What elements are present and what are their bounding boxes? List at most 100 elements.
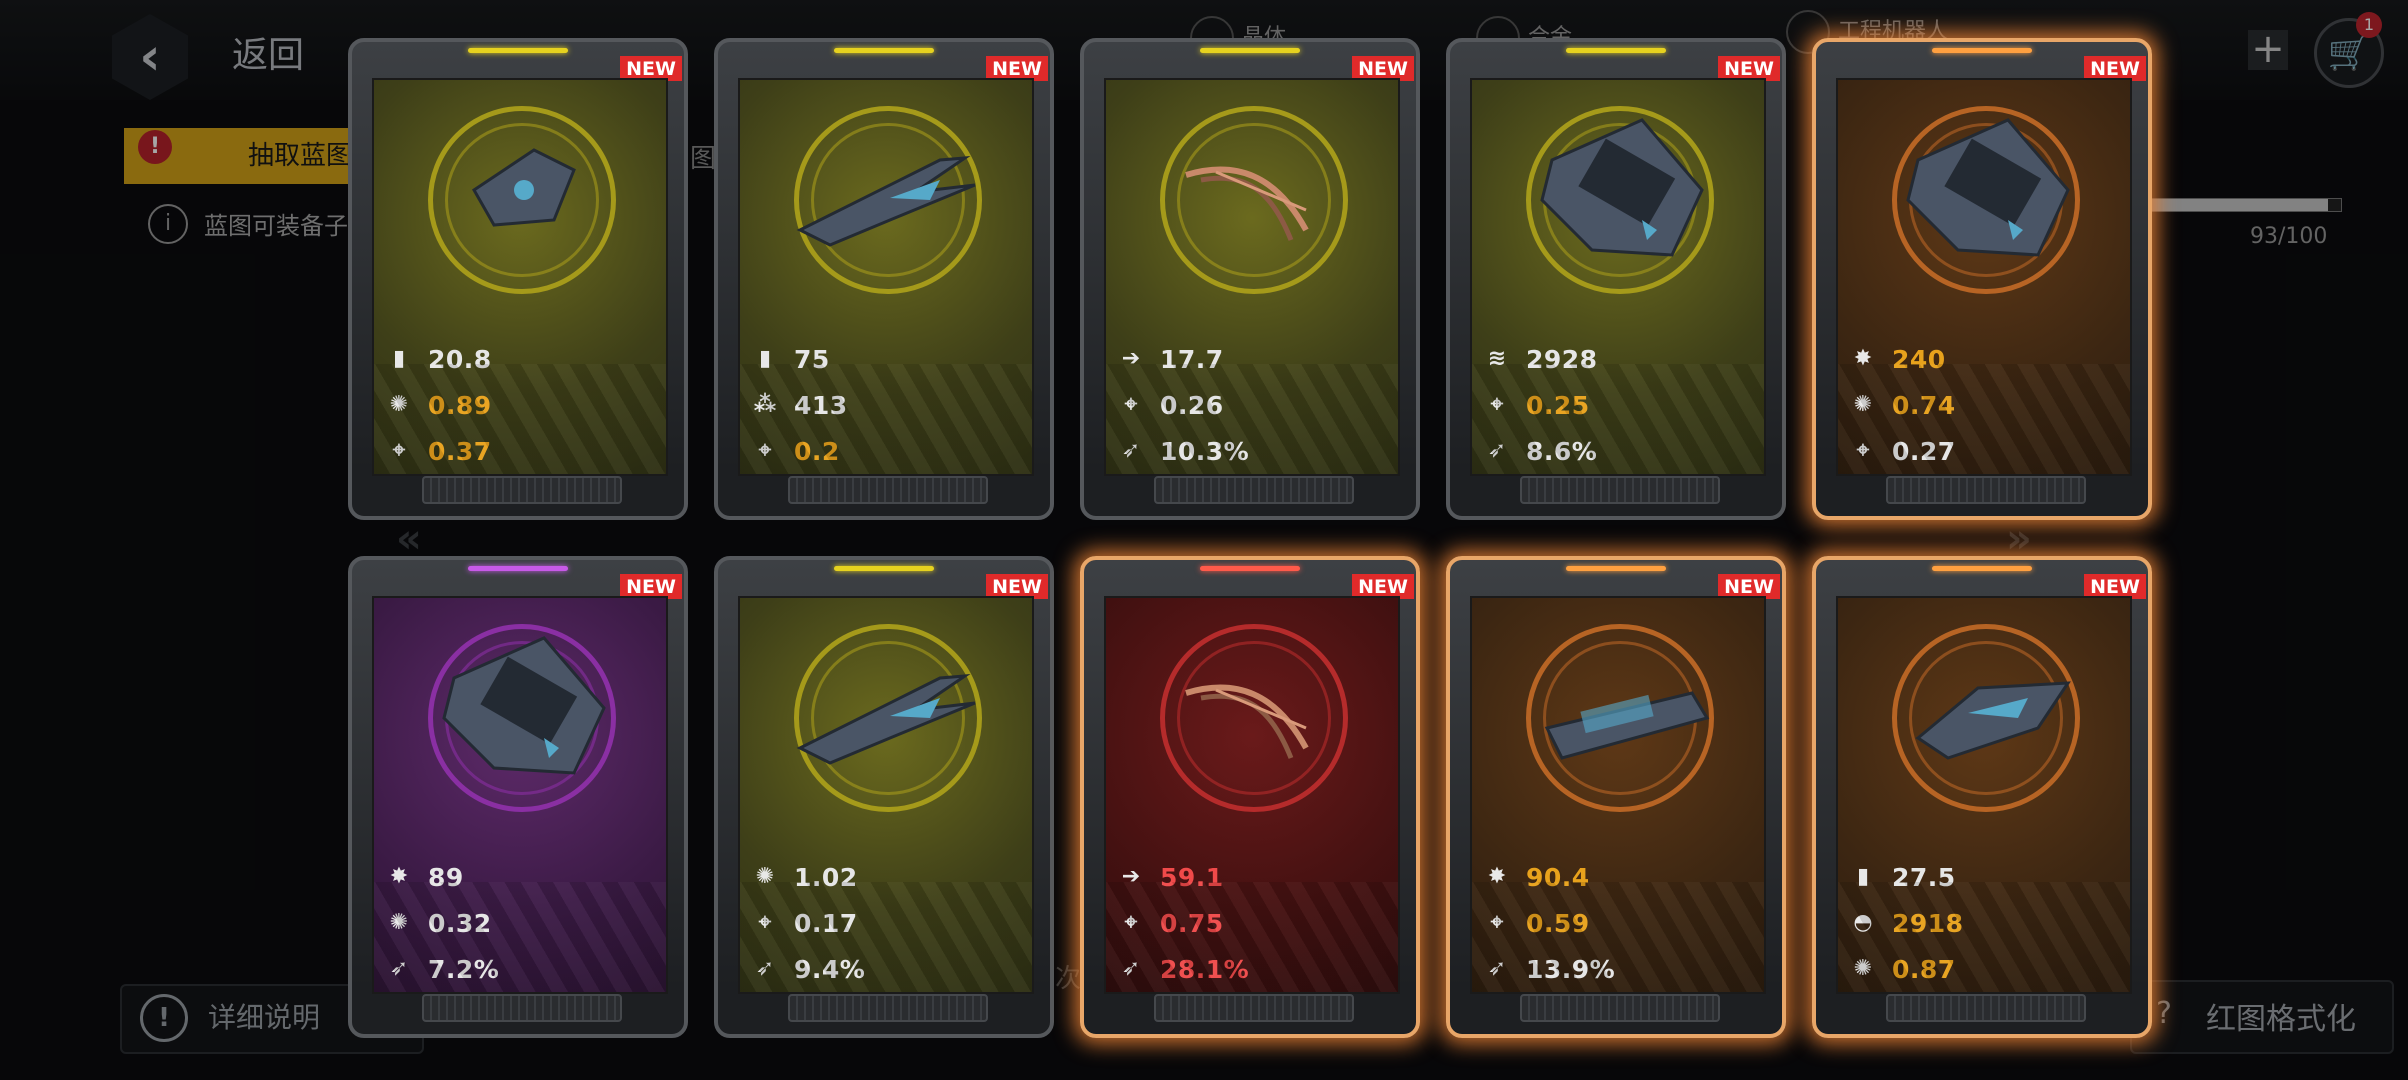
reward-card[interactable]: NEW ✸ 240 ✺ 0.74 ⌖ 0.27 ⇗ 加速 (1812, 38, 2152, 520)
card-panel: ✸ 90.4 ⌖ 0.59 ➶ 13.9% ⚡ 狂热 (1470, 596, 1766, 994)
card-panel: ➔ 59.1 ⌖ 0.75 ➶ 28.1% ◍ 隐形 (1104, 596, 1400, 994)
stat-row: ➶ 10.3% (1116, 434, 1249, 468)
crosshair-icon: ⌖ (1124, 392, 1138, 417)
stat-row: ⌖ 0.75 (1116, 906, 1224, 940)
stat-value: 0.32 (428, 908, 492, 938)
rarity-light (468, 566, 568, 571)
reward-card[interactable]: NEW ➔ 59.1 ⌖ 0.75 ➶ 28.1% ◍ 隐形 (1080, 556, 1420, 1038)
ammo-icon: ▮ (758, 346, 772, 371)
stat-row: ⌖ 0.2 (750, 434, 840, 468)
gear-icon: ✺ (755, 864, 775, 889)
stat-value: 10.3% (1160, 436, 1250, 466)
cluster-icon: ⁂ (753, 392, 777, 417)
stat-row: ✺ 0.87 (1848, 952, 1956, 986)
stat-value: 89 (428, 862, 464, 892)
stat-row: ➶ 13.9% (1482, 952, 1615, 986)
stat-value: 59.1 (1160, 862, 1224, 892)
stat-value: 17.7 (1160, 344, 1224, 374)
stat-value: 8.6% (1526, 436, 1598, 466)
reward-card[interactable]: NEW ✸ 89 ✺ 0.32 ➶ 7.2% (348, 556, 688, 1038)
stat-value: 0.75 (1160, 908, 1224, 938)
stat-value: 0.17 (794, 908, 858, 938)
rarity-light (1932, 48, 2032, 53)
stat-value: 0.59 (1526, 908, 1590, 938)
card-foot (1154, 994, 1354, 1022)
rocket-icon: ➶ (1121, 956, 1141, 981)
stat-value: 0.25 (1526, 390, 1590, 420)
rocket-icon: ➶ (1121, 438, 1141, 463)
card-panel: ≋ 2928 ⌖ 0.25 ➶ 8.6% ⛉ 能量盾 (1470, 78, 1766, 476)
card-foot (422, 476, 622, 504)
rarity-light (468, 48, 568, 53)
reward-card[interactable]: NEW ➔ 17.7 ⌖ 0.26 ➶ 10.3% ⚡ 狂热 (1080, 38, 1420, 520)
stat-value: 0.26 (1160, 390, 1224, 420)
stat-row: ≋ 2928 (1482, 342, 1598, 376)
reward-card[interactable]: NEW ▮ 75 ⁂ 413 ⌖ 0.2 ⛉ 能量盾 (714, 38, 1054, 520)
ship-image (1185, 684, 1309, 759)
stat-row: ➶ 28.1% (1116, 952, 1249, 986)
damage-icon: ✸ (1853, 346, 1873, 371)
ship-image (796, 156, 976, 247)
rocket-icon: ➶ (1487, 956, 1507, 981)
card-foot (1520, 476, 1720, 504)
ship-image (1915, 681, 2071, 760)
card-panel: ✸ 240 ✺ 0.74 ⌖ 0.27 ⇗ 加速 (1836, 78, 2132, 476)
stat-row: ➔ 17.7 (1116, 342, 1224, 376)
stat-value: 27.5 (1892, 862, 1956, 892)
stat-value: 20.8 (428, 344, 492, 374)
stat-row: ✺ 1.02 (750, 860, 858, 894)
gear-icon: ✺ (389, 910, 409, 935)
stat-row: ▮ 27.5 (1848, 860, 1956, 894)
stat-value: 13.9% (1526, 954, 1616, 984)
stat-row: ➶ 8.6% (1482, 434, 1597, 468)
gear-icon: ✺ (1853, 956, 1873, 981)
rarity-light (1566, 48, 1666, 53)
gear-icon: ✺ (389, 392, 409, 417)
ammo-icon: ▮ (1856, 864, 1870, 889)
stat-value: 240 (1892, 344, 1946, 374)
reward-card[interactable]: NEW ▮ 20.8 ✺ 0.89 ⌖ 0.37 ⛉ 能量盾 (348, 38, 688, 520)
stat-value: 0.2 (794, 436, 840, 466)
reward-card[interactable]: NEW ▮ 27.5 ◓ 2918 ✺ 0.87 ↺ 时光回溯 (1812, 556, 2152, 1038)
card-foot (422, 994, 622, 1022)
crosshair-icon: ⌖ (392, 438, 406, 463)
card-foot (788, 994, 988, 1022)
rarity-light (834, 566, 934, 571)
stat-value: 0.74 (1892, 390, 1956, 420)
crosshair-icon: ⌖ (758, 910, 772, 935)
stat-row: ◓ 2918 (1848, 906, 1964, 940)
arrow-icon: ➔ (1121, 864, 1141, 889)
card-panel: ➔ 17.7 ⌖ 0.26 ➶ 10.3% ⚡ 狂热 (1104, 78, 1400, 476)
rarity-light (1932, 566, 2032, 571)
card-panel: ▮ 75 ⁂ 413 ⌖ 0.2 ⛉ 能量盾 (738, 78, 1034, 476)
stat-row: ⌖ 0.59 (1482, 906, 1590, 940)
ship-image (442, 636, 606, 775)
reward-card[interactable]: NEW ≋ 2928 ⌖ 0.25 ➶ 8.6% ⛉ 能量盾 (1446, 38, 1786, 520)
rarity-light (834, 48, 934, 53)
stat-value: 75 (794, 344, 830, 374)
crosshair-icon: ⌖ (1124, 910, 1138, 935)
stat-value: 9.4% (794, 954, 866, 984)
stat-row: ▮ 75 (750, 342, 830, 376)
stat-value: 1.02 (794, 862, 858, 892)
stat-value: 90.4 (1526, 862, 1590, 892)
card-foot (1886, 476, 2086, 504)
stat-row: ➶ 7.2% (384, 952, 499, 986)
reward-card[interactable]: NEW ✺ 1.02 ⌖ 0.17 ➶ 9.4% ◍ 隐形 (714, 556, 1054, 1038)
stat-row: ✺ 0.89 (384, 388, 492, 422)
damage-icon: ✸ (1487, 864, 1507, 889)
arrow-icon: ➔ (1121, 346, 1141, 371)
rarity-light (1200, 566, 1300, 571)
damage-icon: ✸ (389, 864, 409, 889)
stat-value: 2928 (1526, 344, 1598, 374)
stat-value: 0.89 (428, 390, 492, 420)
rocket-icon: ➶ (389, 956, 409, 981)
crosshair-icon: ⌖ (758, 438, 772, 463)
stat-row: ⌖ 0.27 (1848, 434, 1956, 468)
stat-row: ⌖ 0.25 (1482, 388, 1590, 422)
card-foot (1886, 994, 2086, 1022)
reward-card[interactable]: NEW ✸ 90.4 ⌖ 0.59 ➶ 13.9% ⚡ 狂热 (1446, 556, 1786, 1038)
stat-row: ➔ 59.1 (1116, 860, 1224, 894)
stat-row: ⌖ 0.37 (384, 434, 492, 468)
ship-image (1540, 118, 1704, 257)
